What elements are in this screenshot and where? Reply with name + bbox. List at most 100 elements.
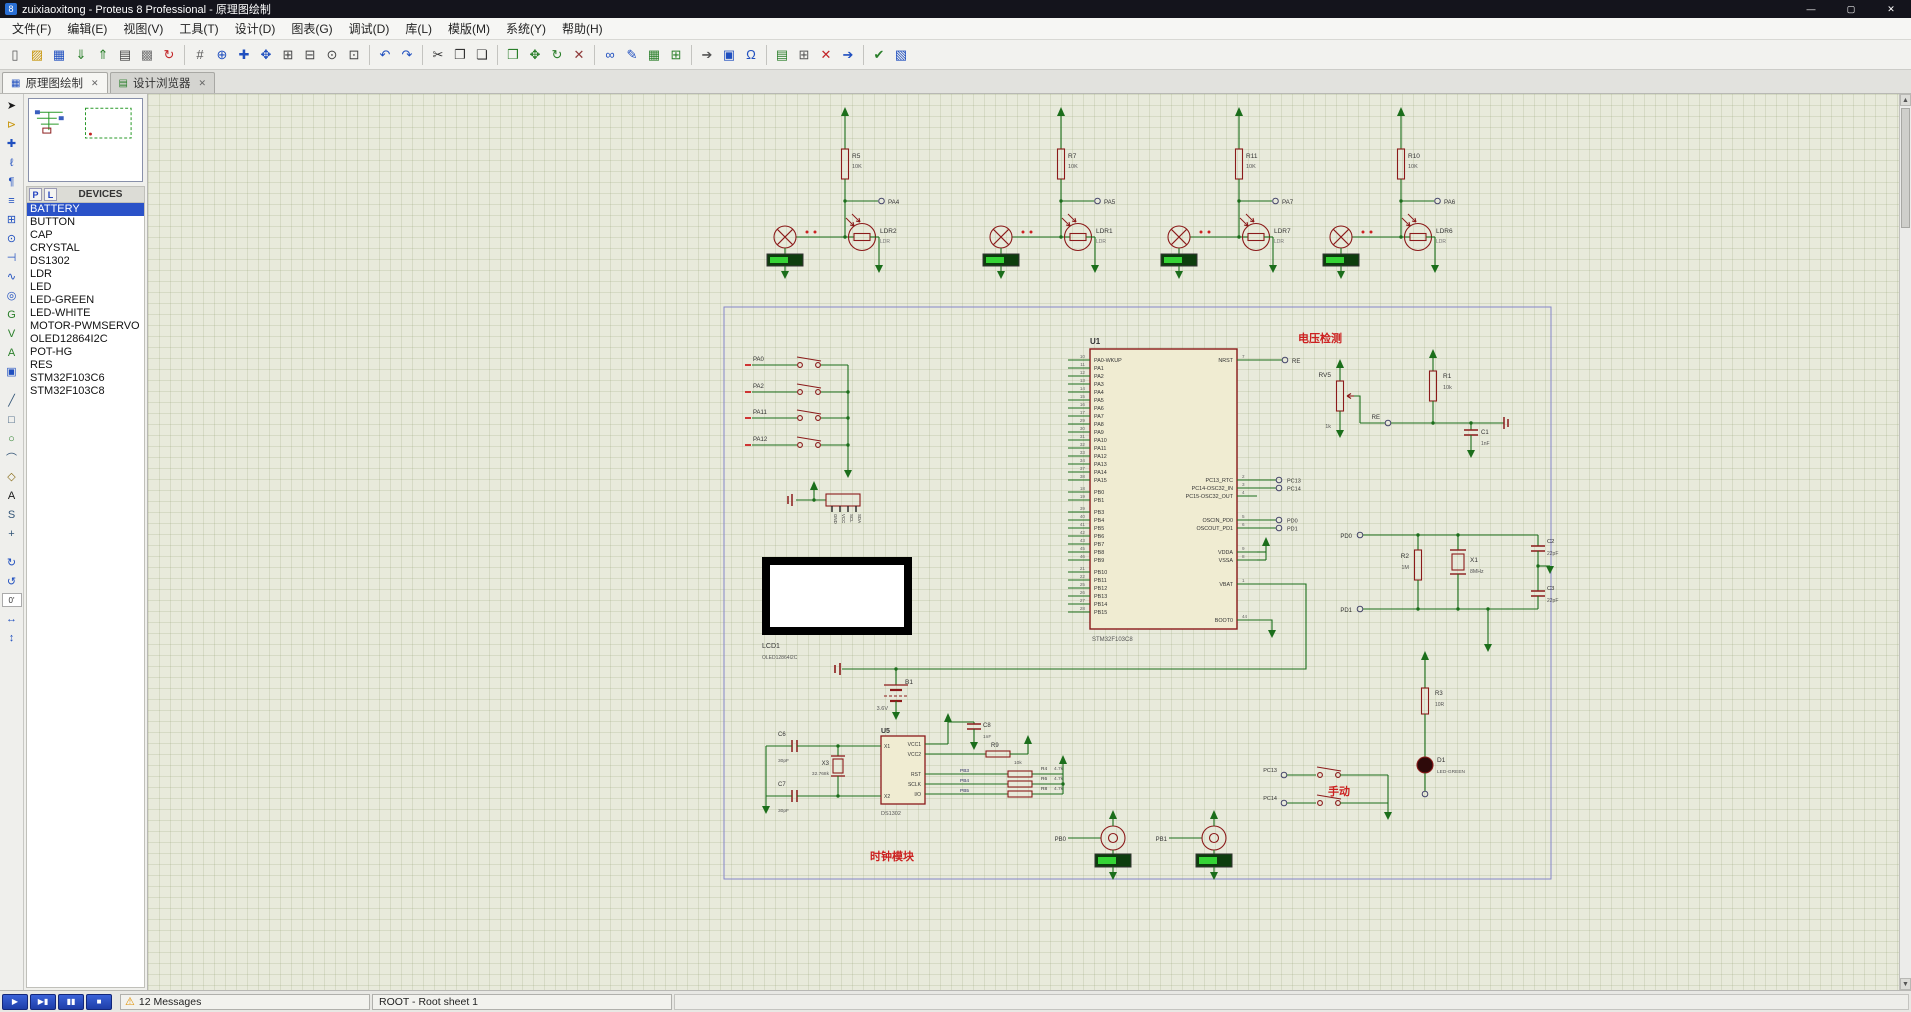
export-section-icon[interactable]: ⇑: [92, 44, 114, 66]
goto-sheet-icon[interactable]: ➔: [837, 44, 859, 66]
terminal-mode-icon[interactable]: ⊙: [2, 229, 22, 248]
device-list-item-CRYSTAL[interactable]: CRYSTAL: [27, 242, 144, 255]
device-list-item-BATTERY[interactable]: BATTERY: [27, 203, 144, 216]
junction-dot-mode-icon[interactable]: ✚: [2, 134, 22, 153]
device-list-item-OLED12864I2C[interactable]: OLED12864I2C: [27, 333, 144, 346]
scroll-down-icon[interactable]: ▼: [1900, 978, 1911, 990]
clock-module-section[interactable]: B13.6VU5DS1302X1X2X332.768kC630pFC730pFC…: [762, 669, 1067, 863]
zoom-area-icon[interactable]: ⊡: [343, 44, 365, 66]
search-tag-icon[interactable]: ▣: [718, 44, 740, 66]
mirror-horizontal-icon[interactable]: ↔: [2, 609, 22, 628]
overview-panel[interactable]: [28, 98, 143, 182]
current-probe-mode-icon[interactable]: A: [2, 343, 22, 362]
menu-item-6[interactable]: 调试(D): [341, 18, 398, 39]
device-list-item-CAP[interactable]: CAP: [27, 229, 144, 242]
menu-item-1[interactable]: 编辑(E): [59, 18, 115, 39]
path-2d-icon[interactable]: ◇: [2, 467, 22, 486]
device-list-item-LED-WHITE[interactable]: LED-WHITE: [27, 307, 144, 320]
zoom-out-icon[interactable]: ⊟: [299, 44, 321, 66]
mcu-U1[interactable]: U1STM32F103C810PA0-WKUP11PA112PA213PA314…: [1068, 337, 1257, 643]
tab-design-explorer[interactable]: ▤设计浏览器✕: [110, 72, 216, 93]
wire-autorouter-icon[interactable]: ➔: [696, 44, 718, 66]
menu-item-4[interactable]: 设计(D): [227, 18, 284, 39]
tab-close-icon[interactable]: ✕: [91, 78, 99, 89]
text-script-mode-icon[interactable]: ¶: [2, 172, 22, 191]
import-section-icon[interactable]: ⇓: [70, 44, 92, 66]
block-move-icon[interactable]: ✥: [524, 44, 546, 66]
wire-label-mode-icon[interactable]: ℓ: [2, 153, 22, 172]
redo-icon[interactable]: ↷: [396, 44, 418, 66]
ldr-sensor-group-LDR7[interactable]: R1110KPA7LDR7LDR: [1161, 107, 1294, 279]
component-mode-icon[interactable]: ⊳: [2, 115, 22, 134]
pick-device-button[interactable]: P: [29, 188, 42, 201]
menu-item-10[interactable]: 帮助(H): [554, 18, 611, 39]
redraw-icon[interactable]: ↻: [158, 44, 180, 66]
ldr-sensor-group-LDR6[interactable]: R1010KPA6LDR6LDR: [1323, 107, 1456, 279]
menu-item-3[interactable]: 工具(T): [171, 18, 226, 39]
zoom-in-icon[interactable]: ⊞: [277, 44, 299, 66]
circle-2d-icon[interactable]: ○: [2, 429, 22, 448]
pick-parts-icon[interactable]: ∞: [599, 44, 621, 66]
rotate-clockwise-icon[interactable]: ↻: [2, 553, 22, 572]
menu-item-5[interactable]: 图表(G): [283, 18, 340, 39]
block-copy-icon[interactable]: ❒: [502, 44, 524, 66]
open-design-icon[interactable]: ▨: [26, 44, 48, 66]
zoom-all-icon[interactable]: ⊙: [321, 44, 343, 66]
bus-mode-icon[interactable]: ≡: [2, 191, 22, 210]
print-icon[interactable]: ▤: [114, 44, 136, 66]
new-sheet-icon[interactable]: ⊞: [793, 44, 815, 66]
false-origin-icon[interactable]: ⊕: [211, 44, 233, 66]
device-list-item-POT-HG[interactable]: POT-HG: [27, 346, 144, 359]
property-assignment-icon[interactable]: Ω: [740, 44, 762, 66]
device-list-item-STM32F103C6[interactable]: STM32F103C6: [27, 372, 144, 385]
voltage-detect-section[interactable]: 电压检测RV51kR110kREC11nF: [1298, 331, 1508, 458]
tab-close-icon[interactable]: ✕: [198, 78, 206, 89]
key-buttons-section[interactable]: PA0PA2PA11PA12: [745, 357, 852, 478]
tape-recorder-mode-icon[interactable]: ◎: [2, 286, 22, 305]
schematic-canvas[interactable]: R510KPA4LDR2LDR R710KPA5LDR1LDR R1110KPA7L…: [148, 94, 1899, 990]
text-2d-icon[interactable]: A: [2, 486, 22, 505]
menu-item-2[interactable]: 视图(V): [115, 18, 171, 39]
pause-button[interactable]: ▮▮: [58, 994, 84, 1010]
led-indicator-section[interactable]: R310RD1LED-GREEN: [1417, 651, 1466, 797]
design-explorer-icon[interactable]: ▤: [771, 44, 793, 66]
device-list-item-LDR[interactable]: LDR: [27, 268, 144, 281]
device-pin-mode-icon[interactable]: ⊣: [2, 248, 22, 267]
toggle-grid-icon[interactable]: #: [189, 44, 211, 66]
mirror-vertical-icon[interactable]: ↕: [2, 628, 22, 647]
device-list-item-DS1302[interactable]: DS1302: [27, 255, 144, 268]
netlist-to-ares-icon[interactable]: ▧: [890, 44, 912, 66]
paste-icon[interactable]: ❏: [471, 44, 493, 66]
center-at-cursor-icon[interactable]: ✚: [233, 44, 255, 66]
oled-header[interactable]: GNDVCCSCLSDA: [788, 481, 862, 524]
block-rotate-icon[interactable]: ↻: [546, 44, 568, 66]
remove-sheet-icon[interactable]: ✕: [815, 44, 837, 66]
ldr-sensor-group-LDR1[interactable]: R710KPA5LDR1LDR: [983, 107, 1116, 279]
device-list-item-STM32F103C8[interactable]: STM32F103C8: [27, 385, 144, 398]
pan-icon[interactable]: ✥: [255, 44, 277, 66]
library-button[interactable]: L: [44, 188, 57, 201]
selection-mode-icon[interactable]: ➤: [2, 96, 22, 115]
device-list-item-MOTOR-PWMSERVO[interactable]: MOTOR-PWMSERVO: [27, 320, 144, 333]
voltage-probe-mode-icon[interactable]: V: [2, 324, 22, 343]
line-2d-icon[interactable]: ╱: [2, 391, 22, 410]
manual-buttons-section[interactable]: PC13PC14手动: [1263, 767, 1392, 820]
play-button[interactable]: ▶: [2, 994, 28, 1010]
undo-icon[interactable]: ↶: [374, 44, 396, 66]
graph-mode-icon[interactable]: ∿: [2, 267, 22, 286]
generator-mode-icon[interactable]: G: [2, 305, 22, 324]
marker-2d-icon[interactable]: +: [2, 524, 22, 543]
subcircuit-mode-icon[interactable]: ⊞: [2, 210, 22, 229]
ldr-sensor-group-LDR2[interactable]: R510KPA4LDR2LDR: [767, 107, 900, 279]
servo-motors-section[interactable]: PB0PB1: [1055, 810, 1232, 880]
virtual-instruments-mode-icon[interactable]: ▣: [2, 362, 22, 381]
vertical-scrollbar[interactable]: ▲ ▼: [1899, 94, 1911, 990]
rotate-anticlockwise-icon[interactable]: ↺: [2, 572, 22, 591]
copy-icon[interactable]: ❐: [449, 44, 471, 66]
device-list-item-BUTTON[interactable]: BUTTON: [27, 216, 144, 229]
mark-output-area-icon[interactable]: ▩: [136, 44, 158, 66]
tab-schematic-capture[interactable]: ▦原理图绘制✕: [2, 72, 108, 93]
menu-item-8[interactable]: 模版(M): [440, 18, 498, 39]
block-delete-icon[interactable]: ✕: [568, 44, 590, 66]
device-list-item-RES[interactable]: RES: [27, 359, 144, 372]
